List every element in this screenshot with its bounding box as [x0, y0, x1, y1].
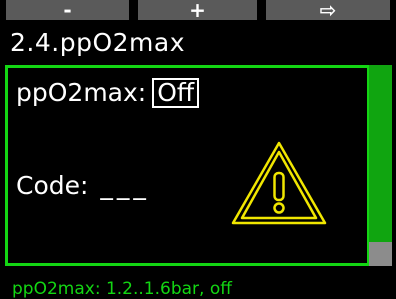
ppo2max-label: ppO2max:	[16, 78, 147, 107]
page-title: 2.4.ppO2max	[10, 28, 185, 57]
code-label: Code:	[16, 171, 89, 200]
minus-label: -	[63, 0, 72, 22]
next-arrow-icon: ⇨	[319, 0, 337, 22]
code-input[interactable]: ___	[100, 171, 150, 200]
next-softkey[interactable]: ⇨	[266, 0, 390, 20]
ppo2max-value[interactable]: Off	[152, 78, 200, 108]
hint-text: ppO2max: 1.2..1.6bar, off	[12, 279, 232, 299]
warning-triangle-icon	[231, 141, 327, 225]
scrollbar[interactable]	[369, 65, 392, 266]
plus-softkey[interactable]: +	[138, 0, 257, 20]
minus-softkey[interactable]: -	[6, 0, 129, 20]
code-row: Code: ___	[16, 171, 150, 201]
ppo2max-row: ppO2max: Off	[16, 78, 200, 108]
settings-panel: ppO2max: Off Code: ___	[5, 65, 370, 266]
plus-label: +	[189, 0, 206, 22]
scrollbar-thumb[interactable]	[369, 242, 392, 266]
